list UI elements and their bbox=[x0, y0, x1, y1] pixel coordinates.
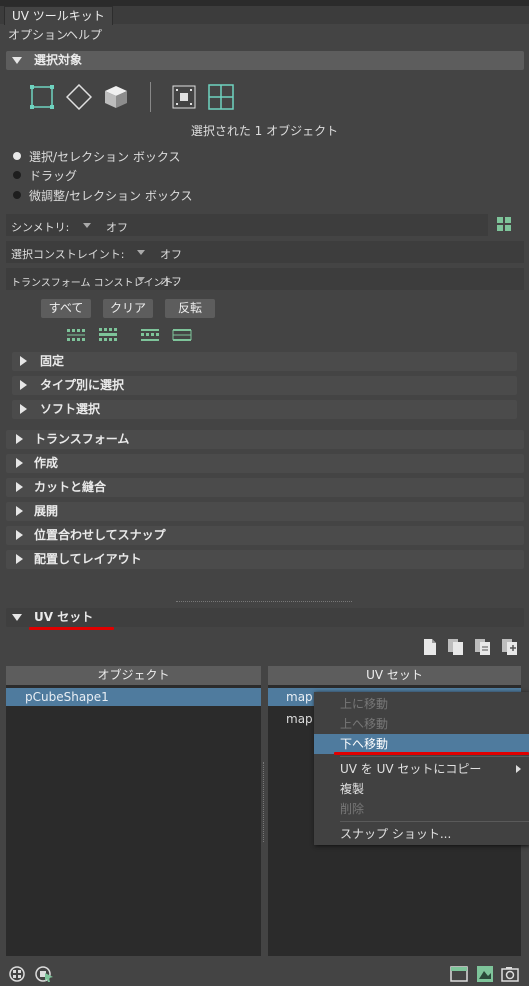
radio-drag-label: ドラッグ bbox=[29, 169, 78, 183]
transform-constraint-value[interactable]: オフ bbox=[160, 273, 182, 289]
uvset-section-header[interactable]: UV セット bbox=[6, 608, 524, 627]
copy-uvset-icon[interactable] bbox=[447, 638, 465, 656]
objects-header: オブジェクト bbox=[6, 666, 261, 685]
transform-constraint-dropdown-arrow-icon[interactable] bbox=[137, 277, 145, 282]
section-transform-title: トランスフォーム bbox=[34, 432, 130, 446]
expand-arrow-icon bbox=[16, 506, 23, 516]
section-cut-sew-title: カットと縫合 bbox=[34, 480, 107, 494]
section-create-title: 作成 bbox=[34, 456, 59, 470]
shrink-along-loop-icon[interactable] bbox=[172, 327, 192, 343]
rename-uvset-icon[interactable] bbox=[474, 638, 492, 656]
symmetry-value[interactable]: オフ bbox=[106, 219, 128, 235]
invert-button[interactable]: 反転 bbox=[165, 299, 215, 318]
constraint-value[interactable]: オフ bbox=[160, 246, 182, 262]
section-align-snap[interactable]: 位置合わせしてスナップ bbox=[6, 526, 524, 545]
subsection-select-by-type[interactable]: タイプ別に選択 bbox=[12, 376, 517, 395]
transform-constraint-label: トランスフォーム コンストレイント: bbox=[11, 278, 177, 289]
uvset-row-label: map bbox=[286, 690, 313, 704]
radio-drag[interactable] bbox=[13, 171, 21, 179]
snapshot-camera-icon[interactable] bbox=[501, 965, 519, 983]
context-menu: 上に移動 上へ移動 下へ移動 UV を UV セットにコピー 複製 削除 スナッ… bbox=[314, 692, 529, 845]
add-uvset-icon[interactable] bbox=[501, 638, 519, 656]
menu-options[interactable]: オプション bbox=[8, 26, 68, 44]
section-align-snap-title: 位置合わせしてスナップ bbox=[34, 528, 166, 542]
radio-select-box-label: 選択/セレクション ボックス bbox=[29, 150, 181, 164]
uv-shell-grid-icon[interactable] bbox=[208, 84, 234, 110]
clear-button[interactable]: クリア bbox=[103, 299, 153, 318]
symmetry-field[interactable] bbox=[6, 214, 488, 236]
radio-tweak-select-box[interactable] bbox=[13, 191, 21, 199]
menu-help[interactable]: ヘルプ bbox=[66, 26, 102, 44]
radio-select-box[interactable] bbox=[13, 152, 21, 160]
menu-item-duplicate[interactable]: 複製 bbox=[314, 779, 529, 799]
expand-arrow-icon bbox=[20, 404, 27, 414]
tab-uv-toolkit[interactable]: UV ツールキット bbox=[4, 6, 113, 25]
select-all-button[interactable]: すべて bbox=[41, 299, 91, 318]
section-unfold-title: 展開 bbox=[34, 504, 59, 518]
menu-separator bbox=[340, 821, 529, 822]
lasso-diamond-icon[interactable] bbox=[65, 83, 93, 111]
expand-arrow-icon bbox=[16, 530, 23, 540]
object-row-label: pCubeShape1 bbox=[25, 690, 109, 704]
new-uvset-icon[interactable] bbox=[422, 638, 438, 656]
section-cut-sew[interactable]: カットと縫合 bbox=[6, 478, 524, 497]
menu-separator bbox=[340, 756, 529, 757]
menu-item-delete[interactable]: 削除 bbox=[314, 799, 529, 819]
constraint-dropdown-arrow-icon[interactable] bbox=[137, 250, 145, 255]
uvsets-header: UV セット bbox=[268, 666, 521, 685]
object-row[interactable]: pCubeShape1 bbox=[6, 688, 261, 706]
uv-shell-icon[interactable] bbox=[8, 965, 28, 983]
expand-arrow-icon bbox=[16, 458, 23, 468]
panel-divider-grip[interactable] bbox=[263, 762, 266, 842]
red-underline-annotation bbox=[29, 627, 114, 630]
grow-selection-icon[interactable] bbox=[66, 327, 86, 343]
component-select-icon[interactable] bbox=[171, 84, 197, 110]
expand-arrow-icon bbox=[20, 380, 27, 390]
menu-item-move-down[interactable]: 下へ移動 bbox=[314, 734, 529, 754]
symmetry-label: シンメトリ: bbox=[11, 221, 70, 234]
uv-editor-icon[interactable] bbox=[476, 965, 494, 983]
menu-item-move-to-top[interactable]: 上へ移動 bbox=[314, 714, 529, 734]
subsection-pin-title: 固定 bbox=[40, 354, 65, 368]
expand-arrow-icon bbox=[16, 482, 23, 492]
uv-shell-select-icon[interactable] bbox=[34, 965, 54, 983]
shrink-selection-icon[interactable] bbox=[98, 327, 118, 343]
selection-section-header[interactable]: 選択対象 bbox=[6, 51, 524, 70]
toolbar-divider bbox=[150, 82, 151, 112]
collapse-arrow-icon bbox=[12, 57, 22, 64]
section-arrange-layout[interactable]: 配置してレイアウト bbox=[6, 550, 524, 569]
grow-along-loop-icon[interactable] bbox=[140, 327, 160, 343]
symmetry-dropdown-arrow-icon[interactable] bbox=[83, 223, 91, 228]
radio-tweak-label: 微調整/セレクション ボックス bbox=[29, 189, 193, 203]
symmetry-axis-icon[interactable] bbox=[495, 215, 513, 233]
menu-item-snapshot[interactable]: スナップ ショット... bbox=[314, 824, 529, 844]
red-underline-annotation bbox=[334, 752, 529, 755]
object-cube-icon[interactable] bbox=[103, 84, 129, 110]
menu-item-move-up[interactable]: 上に移動 bbox=[314, 694, 529, 714]
subsection-soft-select[interactable]: ソフト選択 bbox=[12, 400, 517, 419]
subsection-soft-select-title: ソフト選択 bbox=[40, 402, 101, 416]
selected-count-text: 選択された 1 オブジェクト bbox=[190, 124, 339, 138]
collapse-arrow-icon bbox=[12, 614, 22, 621]
expand-arrow-icon bbox=[16, 434, 23, 444]
section-arrange-layout-title: 配置してレイアウト bbox=[34, 552, 142, 566]
submenu-arrow-icon bbox=[516, 765, 521, 773]
uvset-section-title: UV セット bbox=[34, 610, 94, 624]
subsection-select-by-type-title: タイプ別に選択 bbox=[40, 378, 125, 392]
section-unfold[interactable]: 展開 bbox=[6, 502, 524, 521]
menu-item-copy-uv-to-set[interactable]: UV を UV セットにコピー bbox=[314, 759, 529, 779]
expand-arrow-icon bbox=[20, 356, 27, 366]
panel-splitter[interactable] bbox=[176, 601, 352, 602]
section-create[interactable]: 作成 bbox=[6, 454, 524, 473]
marquee-select-icon[interactable] bbox=[29, 84, 55, 110]
section-transform[interactable]: トランスフォーム bbox=[6, 430, 524, 449]
objects-panel bbox=[6, 666, 261, 956]
uvset-row-label: map bbox=[286, 712, 313, 726]
subsection-pin[interactable]: 固定 bbox=[12, 352, 517, 371]
expand-arrow-icon bbox=[16, 554, 23, 564]
window-layout-icon[interactable] bbox=[450, 965, 468, 983]
constraint-label: 選択コンストレイント: bbox=[11, 248, 125, 261]
selection-section-title: 選択対象 bbox=[34, 53, 83, 67]
